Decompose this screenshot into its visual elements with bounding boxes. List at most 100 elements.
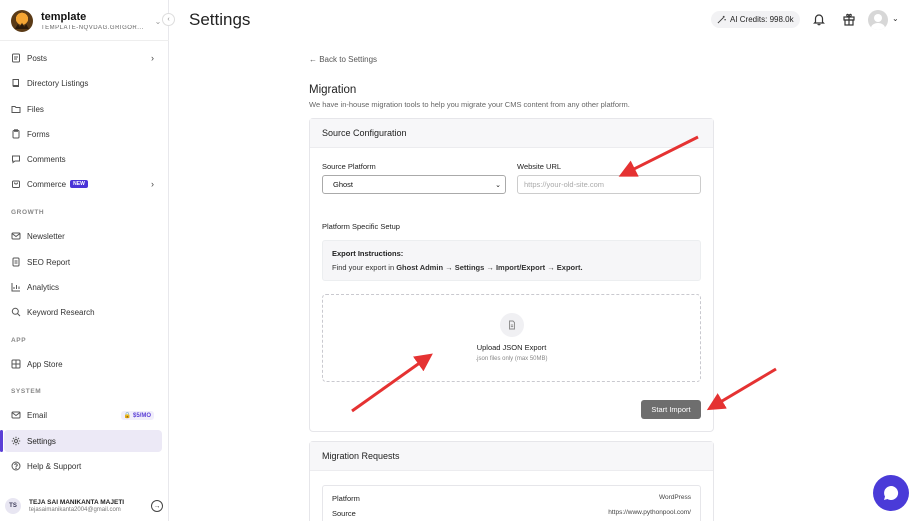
new-badge: NEW [70,180,88,188]
instructions-title: Export Instructions: [332,249,404,258]
chat-support-button[interactable] [873,475,909,511]
migration-request-item[interactable]: Platform WordPress Source https://www.py… [322,485,701,521]
platform-value: WordPress [658,494,691,501]
chevron-right-icon: › [151,53,154,63]
website-url-input[interactable] [517,175,701,194]
ai-credits-label: AI Credits: 998.0k [730,15,794,24]
back-to-settings-link[interactable]: ← Back to Settings [309,55,377,64]
sidebar-item-forms[interactable]: Forms [4,123,162,145]
report-icon [11,257,21,267]
request-platform-row: Platform WordPress [332,494,691,503]
sidebar-item-label: Posts [27,53,48,63]
sidebar-item-label: Files [27,104,44,114]
sidebar-item-label: Forms [27,129,50,139]
sidebar-item-label: Newsletter [27,231,65,241]
sidebar-item-label: Help & Support [27,461,82,471]
chevron-right-icon: › [151,179,154,189]
sidebar-item-newsletter[interactable]: Newsletter [4,225,162,247]
workspace-name: template [41,11,87,23]
logout-icon[interactable]: → [151,500,163,512]
instructions-path: Ghost Admin → Settings → Import/Export →… [396,263,583,272]
page-title: Settings [189,10,251,29]
section-label-growth: GROWTH [11,209,45,216]
chevron-down-icon: ⌄ [495,181,501,189]
sidebar-item-label: Email [27,410,48,420]
section-label-system: SYSTEM [11,388,42,395]
sidebar-item-label: SEO Report [27,257,71,267]
sidebar-item-posts[interactable]: Posts › [4,47,162,69]
platform-label: Platform [332,494,360,503]
card-title: Migration Requests [310,442,713,471]
export-instructions: Export Instructions: Find your export in… [322,240,701,281]
source-platform-select[interactable]: Ghost ⌄ [322,175,506,194]
sidebar-item-label: Commerce [27,179,67,189]
sidebar-item-email[interactable]: Email 🔒 $5/MO [4,404,162,426]
profile-avatar[interactable] [868,10,888,30]
upload-title: Upload JSON Export [476,343,547,352]
sidebar-item-help-support[interactable]: Help & Support [4,455,162,477]
arrow-to-start-button [706,367,777,411]
sidebar-item-label: Settings [27,436,56,446]
source-label: Source [332,509,356,518]
sidebar-item-commerce[interactable]: Commerce NEW › [4,173,162,195]
platform-setup-label: Platform Specific Setup [322,222,400,231]
sidebar-item-label: Directory Listings [27,78,89,88]
gift-icon[interactable] [842,12,856,26]
collapse-sidebar-button[interactable]: ‹ [162,13,175,26]
section-heading: Migration [309,84,357,96]
sidebar-item-seo-report[interactable]: SEO Report [4,251,162,273]
document-icon [11,53,21,63]
workspace-subtitle: TEMPLATE-NQVDAG.GRIGOR... [41,25,144,31]
chevron-down-icon[interactable]: ⌄ [892,14,899,23]
source-value: https://www.pythonpool.com/ [608,509,691,516]
sidebar-item-files[interactable]: Files [4,98,162,120]
cart-icon [11,179,21,189]
chat-bubble-icon [884,485,899,500]
request-source-row: Source https://www.pythonpool.com/ [332,509,691,518]
upload-dropzone[interactable]: Upload JSON Export .json files only (max… [322,294,701,382]
website-url-label: Website URL [517,162,562,171]
bell-icon[interactable] [812,12,826,26]
user-email: tejasaimanikanta2004@gmail.com [29,507,121,513]
sidebar-item-analytics[interactable]: Analytics [4,276,162,298]
clipboard-icon [11,129,21,139]
section-description: We have in-house migration tools to help… [309,100,630,109]
card-title: Source Configuration [310,119,713,148]
source-platform-value: Ghost [333,180,354,189]
sidebar-item-app-store[interactable]: App Store [4,353,162,375]
workspace-logo [11,10,33,32]
search-icon [11,307,21,317]
user-profile[interactable]: TS TEJA SAI MANIKANTA MAJETI tejasaimani… [5,495,163,517]
mail-icon [11,410,21,420]
mail-icon [11,231,21,241]
magic-wand-icon [717,15,726,24]
comment-icon [11,154,21,164]
workspace-switcher[interactable]: template TEMPLATE-NQVDAG.GRIGOR... ⌄ [11,9,163,33]
sidebar-item-settings[interactable]: Settings [0,430,162,452]
sidebar-item-label: Keyword Research [27,307,95,317]
sidebar-item-comments[interactable]: Comments [4,148,162,170]
migration-requests-card: Migration Requests Platform WordPress So… [309,441,714,521]
file-upload-icon [499,313,524,337]
source-platform-label: Source Platform [322,162,376,171]
user-name: TEJA SAI MANIKANTA MAJETI [29,499,125,506]
gear-icon [11,436,21,446]
sidebar-item-label: App Store [27,359,63,369]
start-import-button[interactable]: Start Import [641,400,701,419]
price-badge: 🔒 $5/MO [120,410,154,420]
ai-credits-badge[interactable]: AI Credits: 998.0k [711,11,800,28]
sidebar: template TEMPLATE-NQVDAG.GRIGOR... ⌄ Pos… [0,0,169,521]
sidebar-item-label: Comments [27,154,66,164]
sidebar-item-directory-listings[interactable]: Directory Listings [4,72,162,94]
sidebar-item-label: Analytics [27,282,60,292]
sidebar-item-keyword-research[interactable]: Keyword Research [4,301,162,323]
source-configuration-card: Source Configuration Source Platform Gho… [309,118,714,432]
chart-icon [11,282,21,292]
avatar: TS [5,498,21,514]
instructions-text: Find your export in Ghost Admin → Settin… [332,263,583,272]
folder-icon [11,104,21,114]
upload-hint: .json files only (max 50MB) [475,356,548,362]
grid-icon [11,359,21,369]
book-icon [11,78,21,88]
help-icon [11,461,21,471]
